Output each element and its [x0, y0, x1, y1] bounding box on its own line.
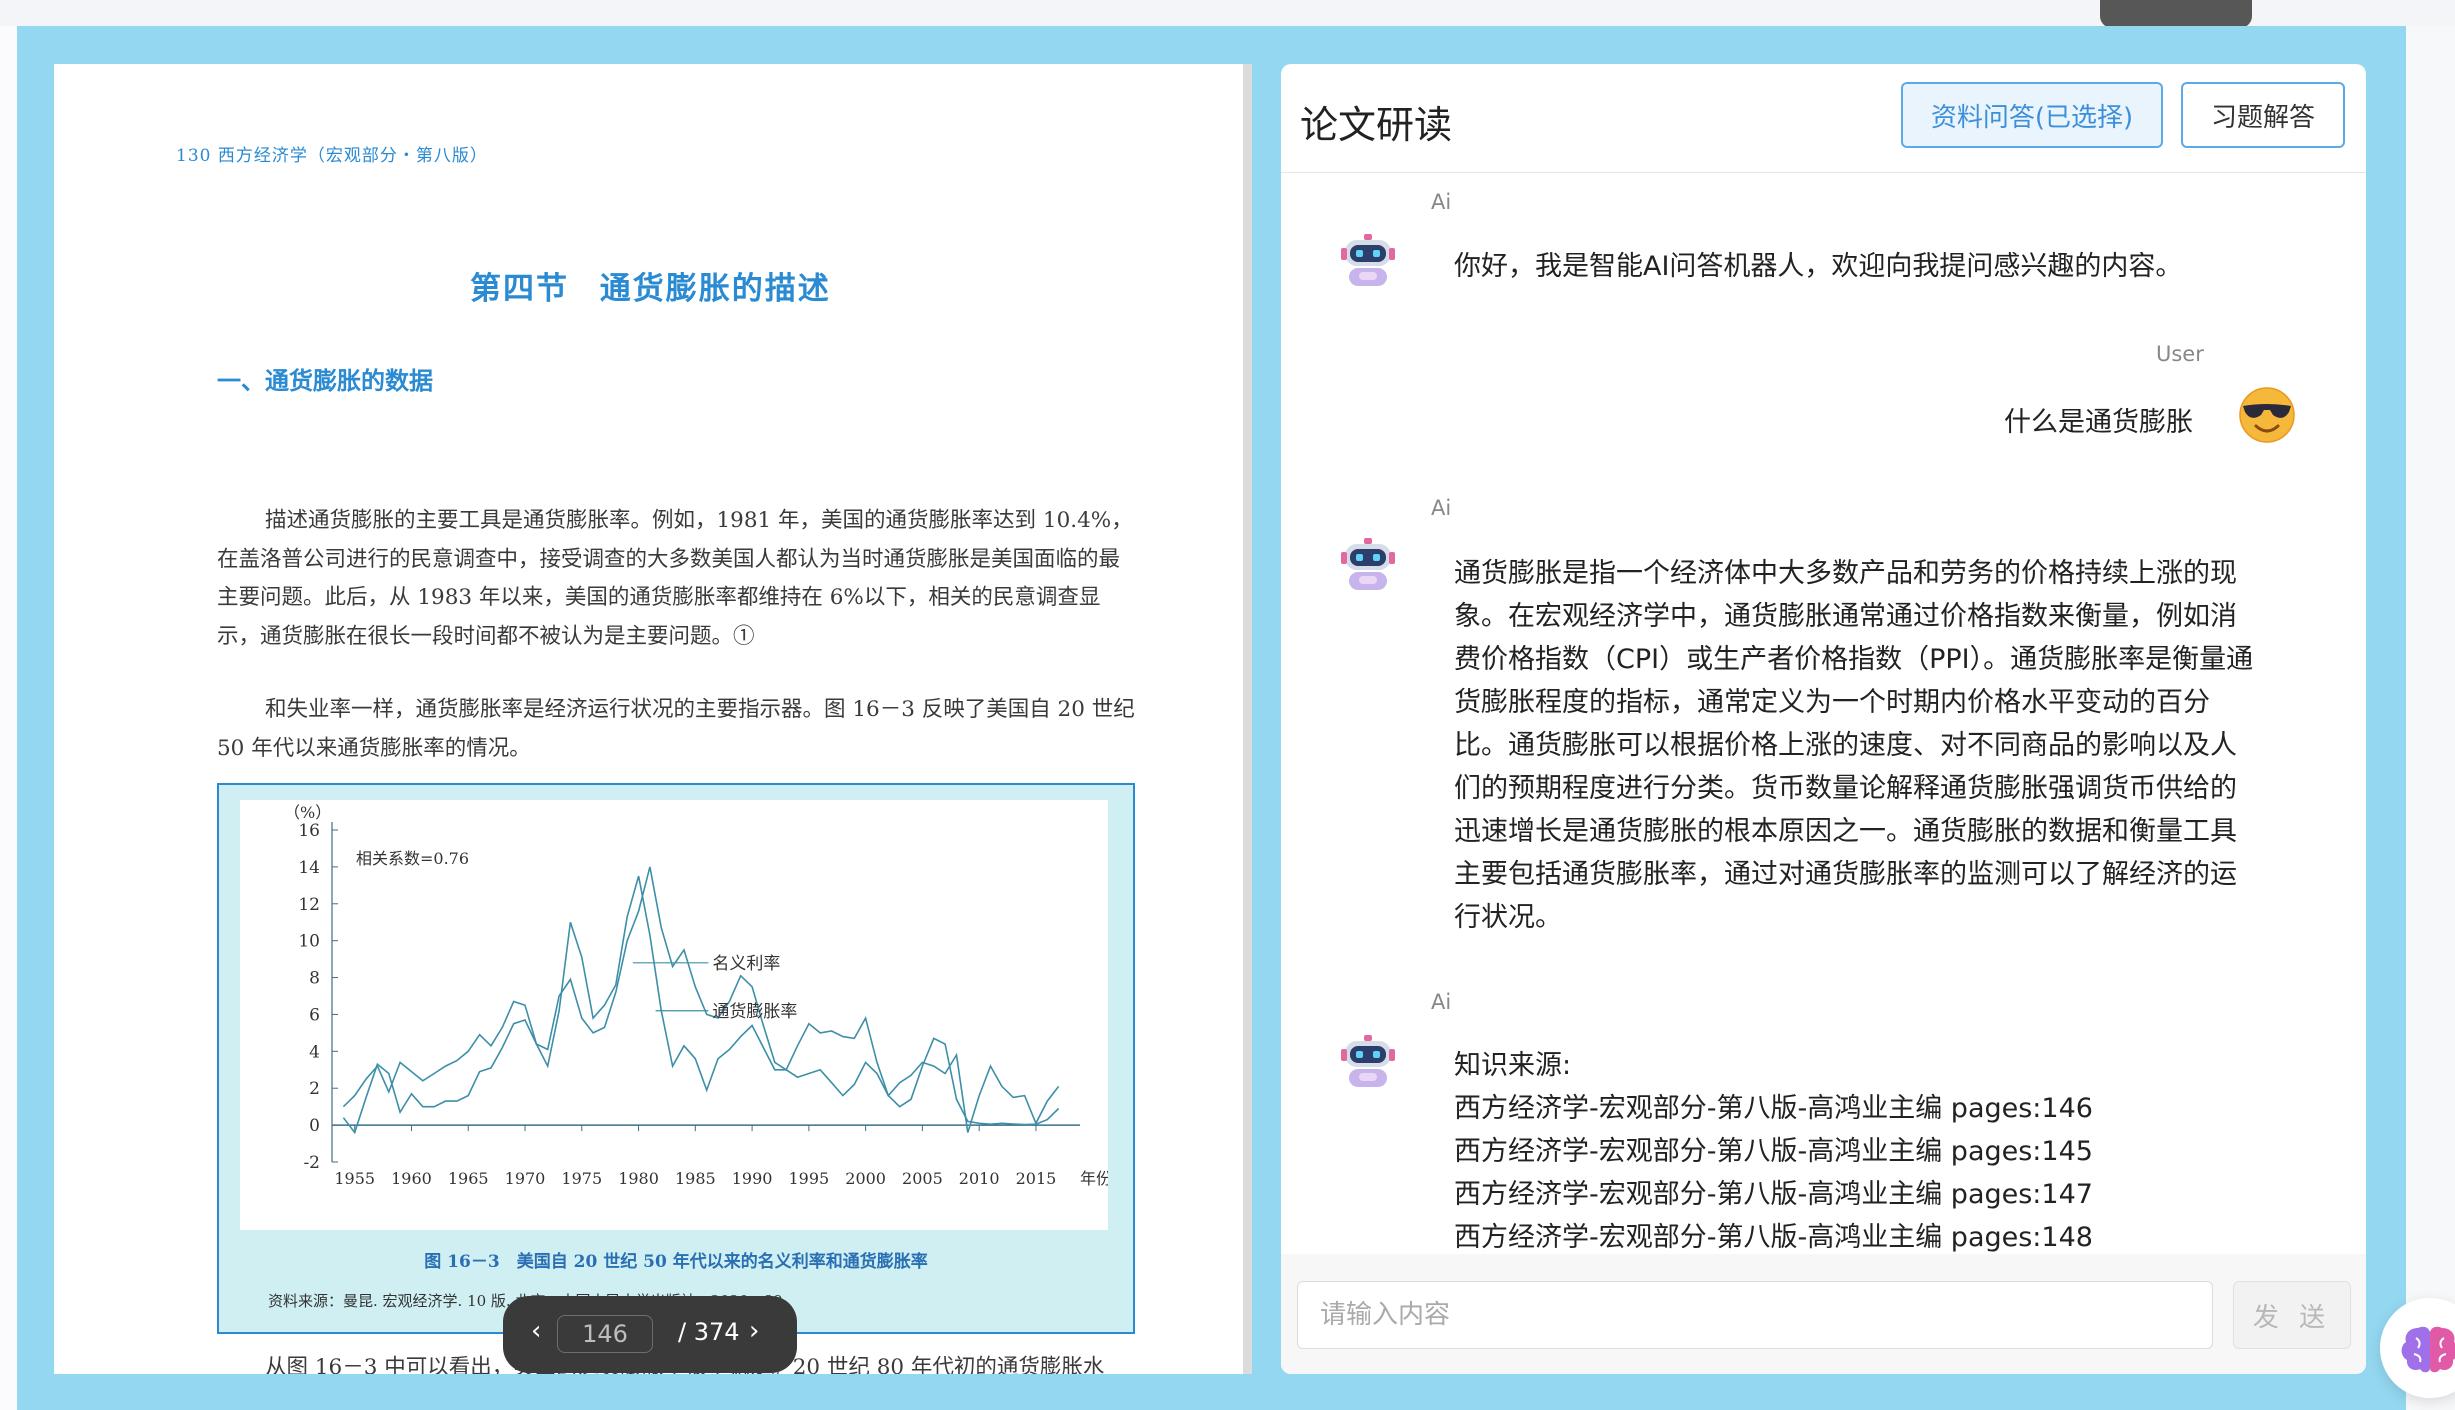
section-title: 第四节 通货膨胀的描述 [470, 271, 831, 307]
y-tick-label: 6 [309, 1005, 320, 1025]
chat-input-bar: 发 送 [1281, 1254, 2366, 1374]
x-tick-label: 1980 [618, 1169, 659, 1188]
exercise-answer-button[interactable]: 习题解答 [2181, 82, 2345, 148]
page-navigator: ‹ / 374 › [503, 1296, 797, 1373]
series-line-1 [342, 866, 1060, 1126]
figure-16-3: 16 14 12 10 8 6 4 2 0 -2 （%） 1955 1960 1965 1970 1975 19… [217, 783, 1135, 1334]
y-tick-label: -2 [303, 1153, 320, 1173]
y-tick-label: 14 [298, 858, 320, 878]
y-tick-label: 12 [298, 895, 320, 915]
paragraph-2: 和失业率一样，通货膨胀率是经济运行状况的主要指示器。图 16－3 反映了美国自 … [217, 697, 1135, 761]
paragraph-1: 描述通货膨胀的主要工具是通货膨胀率。例如，1981 年，美国的通货膨胀率达到 1… [217, 508, 1133, 649]
message-role: Ai [1431, 990, 1452, 1014]
x-unit-label: 年份 [1080, 1169, 1108, 1188]
y-tick-label: 4 [309, 1042, 320, 1062]
x-tick-label: 1965 [448, 1169, 489, 1188]
running-head: 130 西方经济学（宏观部分・第八版） [176, 146, 488, 166]
y-tick-label: 8 [309, 969, 320, 989]
chat-panel: 论文研读 资料问答(已选择) 习题解答 Ai 你好，我是智能AI问答机器人，欢迎… [1281, 64, 2366, 1374]
browser-top-strip [0, 0, 2455, 26]
page-total: / 374 [678, 1318, 740, 1346]
message-role: Ai [1431, 496, 1452, 520]
source-item[interactable]: 西方经济学-宏观部分-第八版-高鸿业主编 pages:145 [1454, 1130, 2258, 1173]
x-tick-label: 1995 [789, 1169, 830, 1188]
robot-icon [1341, 538, 1395, 590]
y-unit-label: （%） [284, 803, 331, 822]
chart-area: 16 14 12 10 8 6 4 2 0 -2 （%） 1955 1960 1965 1970 1975 19… [240, 800, 1108, 1230]
message-role: User [2156, 342, 2204, 366]
message-text: 你好，我是智能AI问答机器人，欢迎向我提问感兴趣的内容。 [1454, 251, 2183, 282]
sources-label: 知识来源: [1454, 1050, 1572, 1081]
pdf-viewer[interactable]: 130 西方经济学（宏观部分・第八版） 第四节 通货膨胀的描述 一、通货膨胀的数… [54, 64, 1250, 1374]
x-tick-label: 1975 [561, 1169, 602, 1188]
message-text: 通货膨胀是指一个经济体中大多数产品和劳务的价格持续上涨的现象。在宏观经济学中，通… [1454, 558, 2254, 933]
series-label: 通货膨胀率 [712, 1002, 797, 1022]
chart-annotation: 相关系数=0.76 [356, 849, 469, 868]
x-tick-label: 2010 [959, 1169, 1000, 1188]
robot-icon [1341, 1035, 1395, 1087]
x-tick-label: 1955 [334, 1169, 375, 1188]
next-page-icon[interactable]: › [749, 1316, 759, 1346]
x-tick-label: 1985 [675, 1169, 716, 1188]
prev-page-icon[interactable]: ‹ [531, 1316, 541, 1346]
robot-icon [1341, 234, 1395, 286]
source-item[interactable]: 西方经济学-宏观部分-第八版-高鸿业主编 pages:147 [1454, 1173, 2258, 1216]
pdf-scrollbar[interactable] [1243, 64, 1252, 1374]
source-item[interactable]: 西方经济学-宏观部分-第八版-高鸿业主编 pages:146 [1454, 1087, 2258, 1130]
x-tick-label: 1960 [391, 1169, 432, 1188]
x-tick-label: 2005 [902, 1169, 943, 1188]
material-qa-button[interactable]: 资料问答(已选择) [1901, 82, 2163, 148]
y-tick-label: 0 [309, 1116, 320, 1136]
top-toolbar-tab[interactable] [2100, 0, 2252, 28]
message-text: 什么是通货膨胀 [2004, 407, 2193, 438]
figure-caption: 图 16－3 美国自 20 世纪 50 年代以来的名义利率和通货膨胀率 [424, 1252, 928, 1272]
right-gutter [2406, 26, 2455, 1410]
chat-header: 论文研读 资料问答(已选择) 习题解答 [1281, 64, 2366, 173]
send-button[interactable]: 发 送 [2233, 1281, 2351, 1349]
x-tick-label: 1990 [732, 1169, 773, 1188]
line-chart: 16 14 12 10 8 6 4 2 0 -2 （%） 1955 1960 1965 1970 1975 19… [284, 803, 1108, 1188]
x-tick-label: 2000 [845, 1169, 886, 1188]
subsection-title: 一、通货膨胀的数据 [217, 366, 433, 395]
series-line-2 [342, 875, 1060, 1135]
series-label: 名义利率 [712, 954, 780, 974]
page-number-input[interactable] [557, 1315, 653, 1353]
sunglasses-emoji-icon [2239, 387, 2295, 443]
message-role: Ai [1431, 190, 1452, 214]
knowledge-sources: 知识来源: 西方经济学-宏观部分-第八版-高鸿业主编 pages:146 西方经… [1454, 1044, 2258, 1259]
y-tick-label: 16 [298, 821, 320, 841]
chat-title: 论文研读 [1300, 103, 1453, 147]
y-tick-label: 10 [298, 932, 320, 952]
chat-input[interactable] [1297, 1281, 2213, 1349]
source-item[interactable]: 西方经济学-宏观部分-第八版-高鸿业主编 pages:148 [1454, 1216, 2258, 1259]
x-tick-label: 1970 [505, 1169, 546, 1188]
x-tick-label: 2015 [1016, 1169, 1057, 1188]
y-tick-label: 2 [309, 1079, 320, 1099]
